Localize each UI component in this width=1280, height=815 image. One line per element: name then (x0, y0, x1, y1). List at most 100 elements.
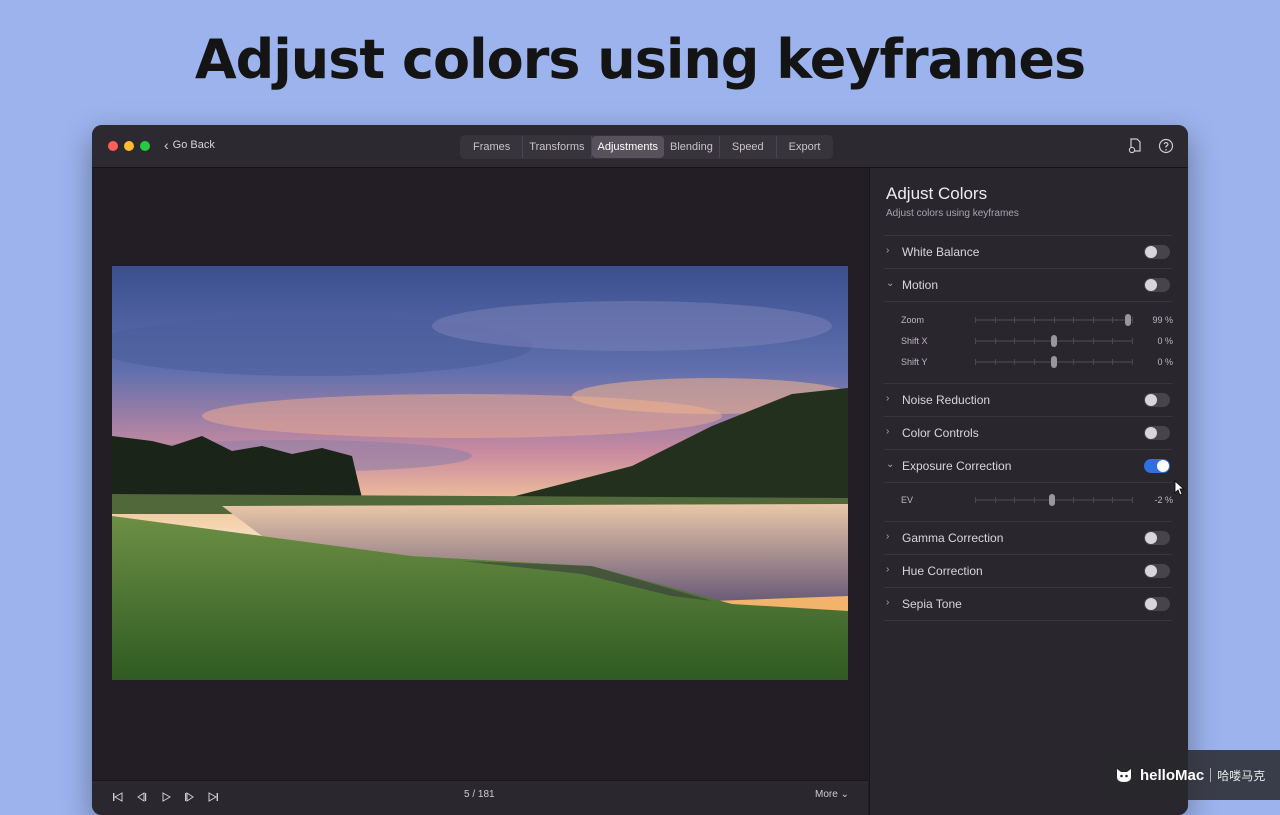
slider-tick (1073, 359, 1074, 365)
slider-tick (1093, 338, 1094, 344)
slider-tick (1112, 317, 1113, 323)
more-label: More (815, 789, 838, 800)
section-label: Color Controls (902, 426, 979, 440)
section-hue-correction[interactable]: › Hue Correction (884, 555, 1172, 587)
page-headline: Adjust colors using keyframes (194, 28, 1086, 91)
slider-tick (1034, 497, 1035, 503)
motion-toggle[interactable] (1144, 278, 1170, 292)
param-value-ev: -2 % (1154, 495, 1173, 505)
slider-tick (1132, 359, 1133, 365)
toggle-knob (1145, 598, 1157, 610)
slider-thumb[interactable] (1051, 335, 1057, 347)
slider-tick (1132, 497, 1133, 503)
section-label: Motion (902, 278, 939, 292)
chevron-down-icon: ⌄ (886, 459, 895, 470)
section-exposure-correction[interactable]: ⌄ Exposure Correction (884, 450, 1172, 482)
toggle-knob (1145, 246, 1157, 258)
slider-tick (1132, 317, 1133, 323)
frame-counter: 5 / 181 (464, 789, 495, 800)
slider-tick (1093, 497, 1094, 503)
shift-y-slider[interactable] (975, 356, 1133, 368)
slider-thumb[interactable] (1049, 494, 1055, 506)
tab-export[interactable]: Export (777, 136, 833, 158)
slider-tick (1112, 338, 1113, 344)
section-motion[interactable]: ⌄ Motion (884, 269, 1172, 301)
skip-to-start-icon[interactable] (112, 791, 124, 803)
tab-blending[interactable]: Blending (664, 136, 720, 158)
chevron-right-icon: › (886, 531, 890, 542)
panel-subtitle: Adjust colors using keyframes (886, 208, 1019, 219)
gamma-correction-toggle[interactable] (1144, 531, 1170, 545)
step-back-icon[interactable] (135, 791, 147, 803)
shift-x-slider[interactable] (975, 335, 1133, 347)
slider-tick (1112, 497, 1113, 503)
tab-transforms[interactable]: Transforms (523, 136, 592, 158)
chevron-right-icon: › (886, 597, 890, 608)
param-value-shift-y: 0 % (1157, 357, 1173, 367)
tab-speed[interactable]: Speed (720, 136, 777, 158)
slider-tick (1073, 317, 1074, 323)
slider-tick (1112, 359, 1113, 365)
slider-tick (1014, 317, 1015, 323)
slider-tick (995, 338, 996, 344)
close-window-button[interactable] (108, 141, 118, 151)
slider-tick (995, 497, 996, 503)
slider-tick (1034, 359, 1035, 365)
watermark: helloMac 哈喽马克 (1100, 750, 1280, 800)
hue-correction-toggle[interactable] (1144, 564, 1170, 578)
section-white-balance[interactable]: › White Balance (884, 236, 1172, 268)
chevron-down-icon: ⌄ (886, 278, 895, 289)
param-label-zoom: Zoom (901, 315, 925, 325)
sepia-tone-toggle[interactable] (1144, 597, 1170, 611)
section-sepia-tone[interactable]: › Sepia Tone (884, 588, 1172, 620)
divider (884, 301, 1172, 302)
section-color-controls[interactable]: › Color Controls (884, 417, 1172, 449)
slider-tick (1014, 497, 1015, 503)
slider-tick (975, 497, 976, 503)
tab-frames[interactable]: Frames (461, 136, 524, 158)
zoom-slider[interactable] (975, 314, 1133, 326)
playback-bar: 5 / 181 More ⌄ (92, 780, 868, 815)
chevron-right-icon: › (886, 564, 890, 575)
watermark-divider (1210, 768, 1212, 782)
skip-to-end-icon[interactable] (207, 791, 219, 803)
noise-reduction-toggle[interactable] (1144, 393, 1170, 407)
param-value-shift-x: 0 % (1157, 336, 1173, 346)
chevron-left-icon: ‹ (164, 137, 169, 153)
param-label-shift-y: Shift Y (901, 357, 928, 367)
toggle-knob (1145, 532, 1157, 544)
section-label: Sepia Tone (902, 597, 962, 611)
help-icon[interactable] (1157, 137, 1175, 155)
chevron-right-icon: › (886, 393, 890, 404)
color-controls-toggle[interactable] (1144, 426, 1170, 440)
slider-tick (995, 359, 996, 365)
more-menu-button[interactable]: More ⌄ (815, 789, 849, 800)
divider (884, 482, 1172, 483)
slider-tick (1054, 317, 1055, 323)
mouse-cursor-icon (1174, 480, 1186, 496)
zoom-window-button[interactable] (140, 141, 150, 151)
minimize-window-button[interactable] (124, 141, 134, 151)
slider-tick (1073, 338, 1074, 344)
ev-slider[interactable] (975, 494, 1133, 506)
play-icon[interactable] (160, 791, 172, 803)
slider-tick (1093, 359, 1094, 365)
mode-tabs: Frames Transforms Adjustments Blending S… (460, 135, 834, 159)
go-back-button[interactable]: ‹ Go Back (164, 138, 215, 152)
chevron-down-icon: ⌄ (840, 789, 849, 800)
white-balance-toggle[interactable] (1144, 245, 1170, 259)
watermark-brand: helloMac (1140, 766, 1205, 784)
slider-tick (975, 359, 976, 365)
slider-thumb[interactable] (1125, 314, 1131, 326)
tab-adjustments[interactable]: Adjustments (591, 136, 665, 158)
step-forward-icon[interactable] (184, 791, 196, 803)
toggle-knob (1145, 279, 1157, 291)
exposure-correction-toggle[interactable] (1144, 459, 1170, 473)
slider-thumb[interactable] (1051, 356, 1057, 368)
slider-tick (975, 317, 976, 323)
section-gamma-correction[interactable]: › Gamma Correction (884, 522, 1172, 554)
app-window: ‹ Go Back Frames Transforms Adjustments … (92, 125, 1188, 815)
file-settings-icon[interactable] (1126, 137, 1144, 155)
section-noise-reduction[interactable]: › Noise Reduction (884, 384, 1172, 416)
toggle-knob (1145, 427, 1157, 439)
